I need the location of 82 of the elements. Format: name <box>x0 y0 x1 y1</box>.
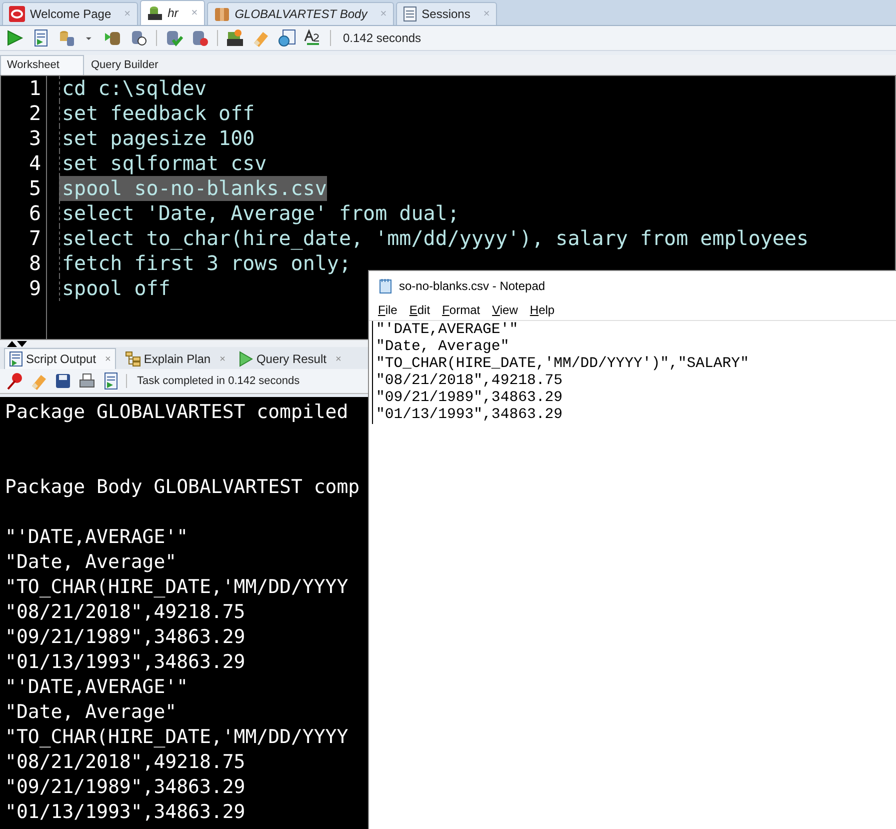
pin-icon[interactable] <box>6 372 24 390</box>
line-number: 1 <box>1 76 47 101</box>
tab-label: hr <box>168 6 178 20</box>
line-number: 7 <box>1 226 47 251</box>
splitter-arrows-icon[interactable] <box>6 340 28 347</box>
output-line: "Date, Average" <box>5 700 178 725</box>
document-tab[interactable]: GLOBALVARTEST Body × <box>206 2 394 25</box>
menu-item[interactable]: Help <box>524 303 561 317</box>
output-line: "01/13/1993",34863.29 <box>5 800 246 825</box>
database-search-icon[interactable] <box>130 29 148 47</box>
tab-label: Query Result <box>256 352 326 366</box>
output-line: "09/21/1989",34863.29 <box>5 625 246 650</box>
menu-item[interactable]: View <box>486 303 524 317</box>
text-line: "08/21/2018",49218.75 <box>376 373 564 390</box>
output-line: "08/21/2018",49218.75 <box>5 600 246 625</box>
output-line: "'DATE,AVERAGE'" <box>5 675 190 700</box>
text-line: "Date, Average" <box>376 339 510 356</box>
text-line: "01/13/1993",34863.29 <box>376 407 564 424</box>
output-tab[interactable]: Query Result × <box>234 348 346 369</box>
output-line: "09/21/1989",34863.29 <box>5 775 246 800</box>
database-tree-icon[interactable] <box>58 29 76 47</box>
document-tab[interactable]: hr × <box>140 0 205 25</box>
code-line: spool off <box>59 276 170 301</box>
notepad-icon <box>379 278 393 294</box>
code-line: set feedback off <box>59 101 255 126</box>
text-area[interactable]: "'DATE,AVERAGE'" "Date, Average" "TO_CHAR(HIRE_DATE,'MM/DD/YYYY')","SALARY" "08/21/2018",49218.75 "09/21/1989",34863.29 "01/13/1993",34863.29 <box>372 321 896 424</box>
database-run-icon[interactable] <box>104 29 122 47</box>
code-line: select to_char(hire_date, 'mm/dd/yyyy'), salary from employees <box>59 226 809 251</box>
status-text: Task completed in 0.142 seconds <box>137 375 300 387</box>
commit-icon[interactable] <box>165 29 183 47</box>
package-icon <box>214 6 230 22</box>
tab-label: Script Output <box>26 352 96 366</box>
code-line: fetch first 3 rows only; <box>59 251 351 276</box>
line-number: 8 <box>1 251 47 276</box>
output-line: Package GLOBALVARTEST compiled <box>5 400 350 425</box>
tab-label: Welcome Page <box>30 7 112 21</box>
print-icon[interactable] <box>78 372 96 390</box>
text-line: "TO_CHAR(HIRE_DATE,'MM/DD/YYYY')","SALARY" <box>376 356 750 373</box>
rollback-icon[interactable] <box>191 29 209 47</box>
output-line: "08/21/2018",49218.75 <box>5 750 246 775</box>
line-number: 6 <box>1 201 47 226</box>
sql-worksheet-icon <box>146 5 163 21</box>
line-number: 9 <box>1 276 47 301</box>
output-line: "TO_CHAR(HIRE_DATE,'MM/DD/YYYY <box>5 725 350 750</box>
document-tab[interactable]: Welcome Page × <box>2 2 138 25</box>
line-number: 3 <box>1 126 47 151</box>
output-line: "'DATE,AVERAGE'" <box>5 525 190 550</box>
text-line: "'DATE,AVERAGE'" <box>376 322 520 339</box>
window-title: so-no-blanks.csv - Notepad <box>399 278 546 292</box>
line-number: 5 <box>1 176 47 201</box>
oracle-logo-icon <box>9 6 25 22</box>
menu-item[interactable]: Format <box>436 303 486 317</box>
code-line: set pagesize 100 <box>59 126 255 151</box>
tab-label: Sessions <box>422 7 470 21</box>
tab-label: Explain Plan <box>144 352 211 366</box>
explain-plan-icon <box>124 351 141 367</box>
menu-item[interactable]: Edit <box>403 303 436 317</box>
run-icon <box>239 351 254 367</box>
run-script-icon[interactable] <box>102 372 120 390</box>
execution-time: 0.142 seconds <box>343 31 422 45</box>
document-tab[interactable]: Sessions × <box>396 2 497 25</box>
output-line: "TO_CHAR(HIRE_DATE,'MM/DD/YYYY <box>5 575 350 600</box>
run-script-icon[interactable] <box>32 29 50 47</box>
format-text-icon[interactable] <box>304 29 322 47</box>
code-line: cd c:\sqldev <box>59 76 206 101</box>
run-icon[interactable] <box>6 29 24 47</box>
worksheet-tab[interactable]: Query Builder <box>84 55 166 75</box>
line-number: 2 <box>1 101 47 126</box>
output-line: Package Body GLOBALVARTEST comp <box>5 475 361 500</box>
save-icon[interactable] <box>54 372 72 390</box>
output-tab[interactable]: Explain Plan × <box>120 348 230 369</box>
line-number: 4 <box>1 151 47 176</box>
output-line: "01/13/1993",34863.29 <box>5 650 246 675</box>
output-tab[interactable]: Script Output × <box>4 348 116 369</box>
text-line: "09/21/1989",34863.29 <box>376 390 564 407</box>
output-line: "Date, Average" <box>5 550 178 575</box>
tab-label: GLOBALVARTEST Body <box>234 7 368 21</box>
code-line: select 'Date, Average' from dual; <box>59 201 460 226</box>
worksheet-tab[interactable]: Worksheet <box>0 55 84 75</box>
sessions-icon <box>402 6 417 22</box>
menu-item[interactable]: File <box>372 303 404 317</box>
script-output-icon <box>9 351 23 367</box>
